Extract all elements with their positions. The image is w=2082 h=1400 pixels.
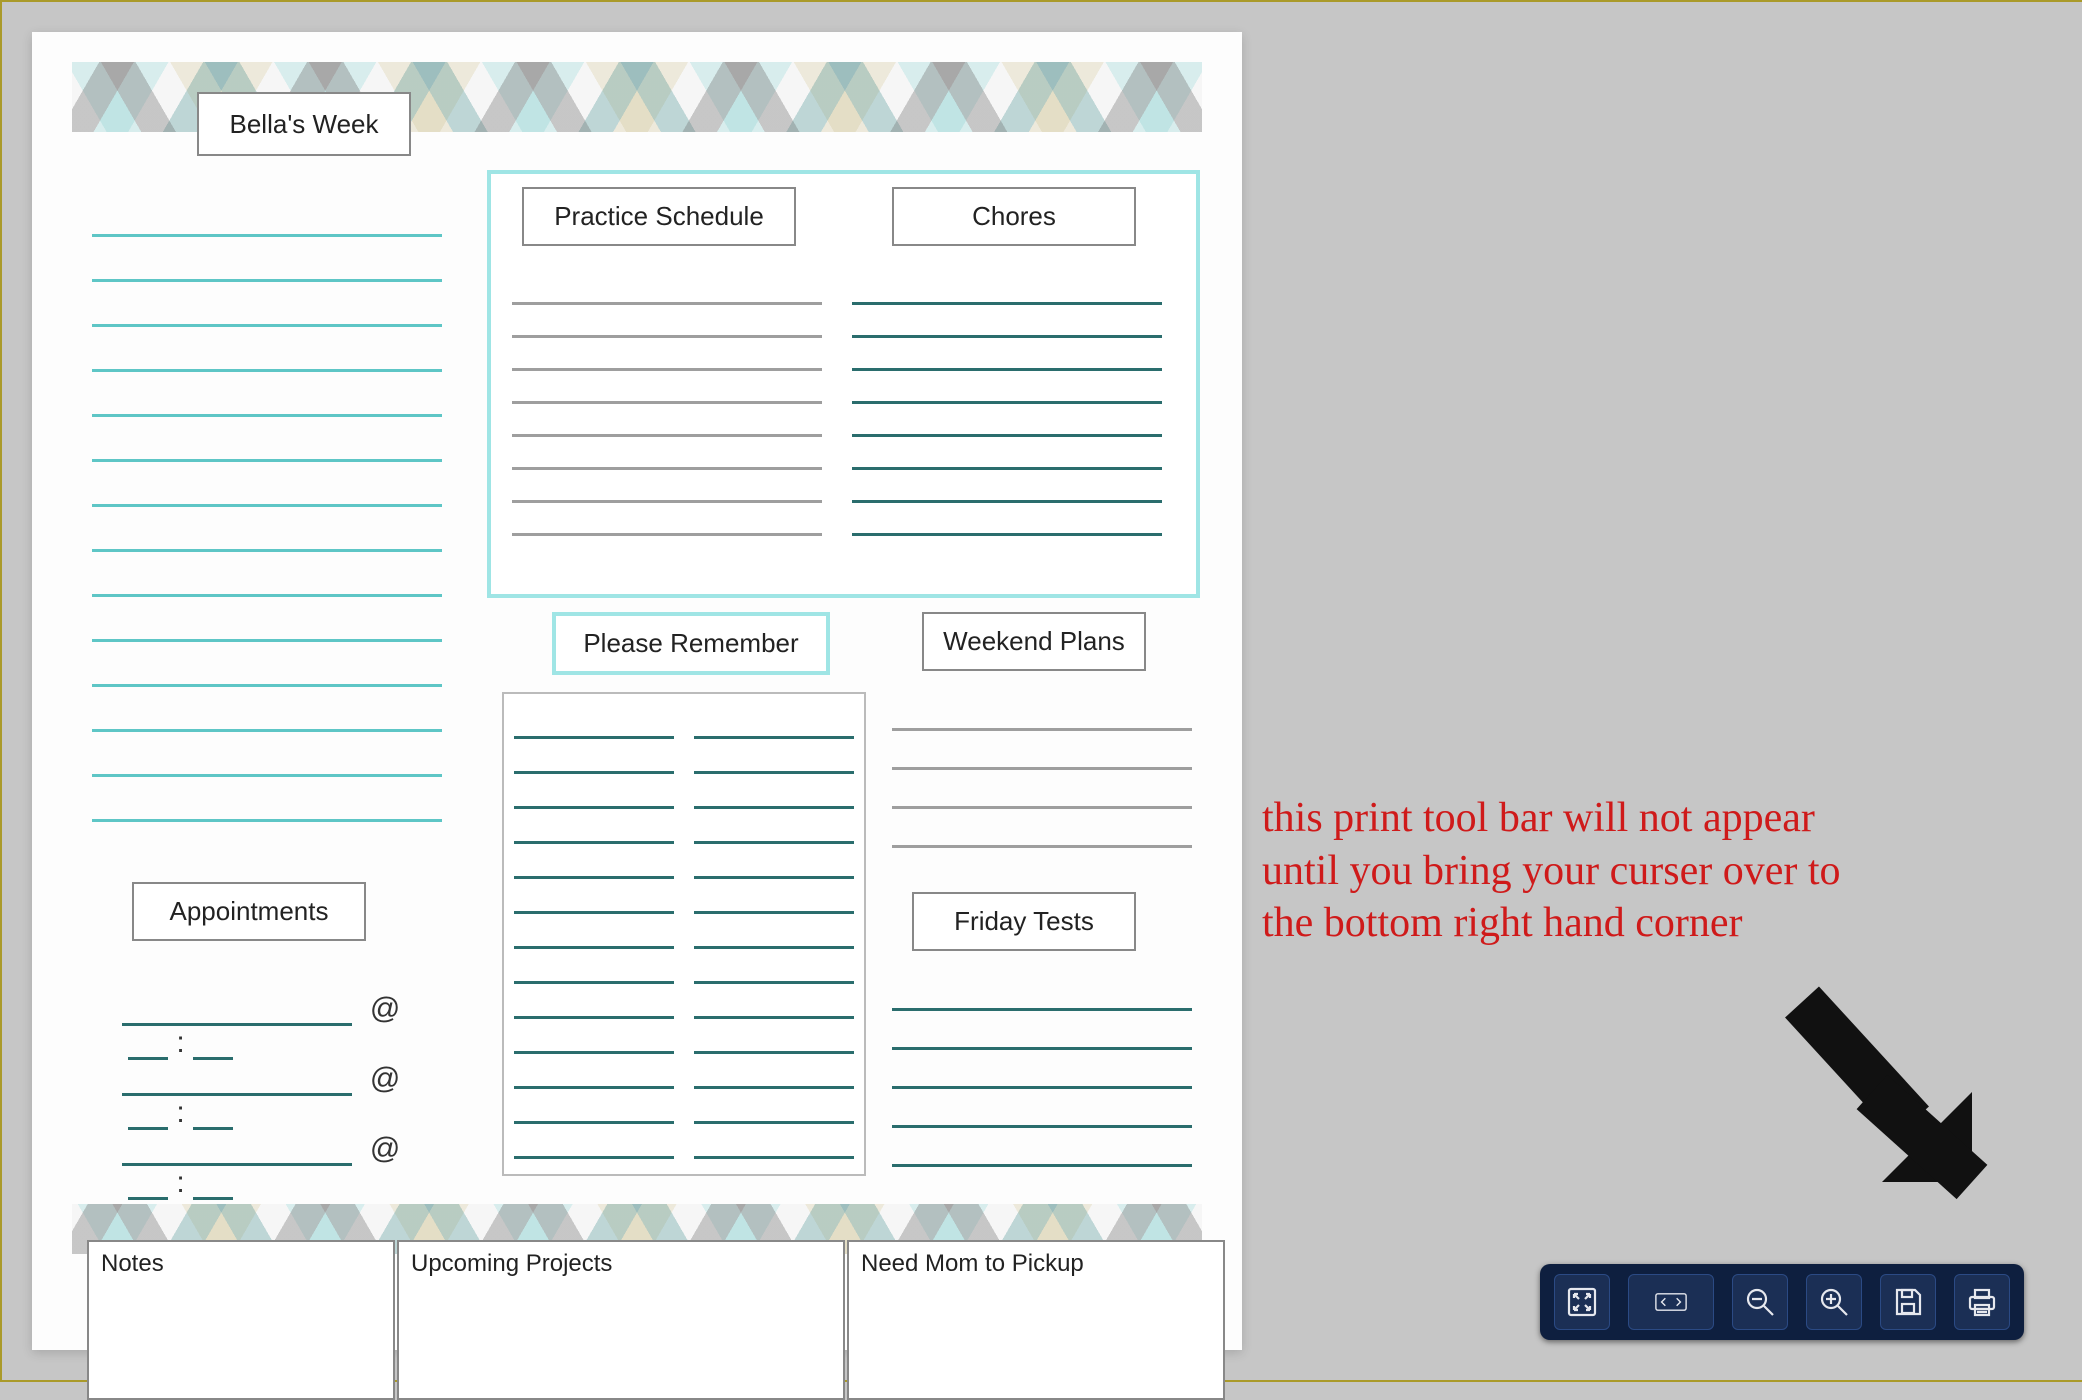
weekend-lines (892, 692, 1192, 848)
pdf-toolbar (1540, 1264, 2024, 1340)
friday-heading: Friday Tests (912, 892, 1136, 951)
save-button[interactable] (1880, 1274, 1936, 1330)
notes-box: Notes (87, 1240, 395, 1400)
appointment-row-1: @ : (122, 992, 442, 1060)
remember-box (502, 692, 866, 1176)
zoom-out-icon (1743, 1285, 1777, 1319)
annotation-arrow-icon (1762, 972, 2022, 1232)
pickup-box: Need Mom to Pickup (847, 1240, 1225, 1400)
fit-page-icon (1565, 1285, 1599, 1319)
document-page: Bella's Week Practice Schedule Chores Pl… (32, 32, 1242, 1350)
print-icon (1965, 1285, 1999, 1319)
practice-lines (512, 272, 822, 536)
appointment-row-2: @ : (122, 1062, 442, 1130)
zoom-in-icon (1817, 1285, 1851, 1319)
chores-heading: Chores (892, 187, 1136, 246)
save-icon (1891, 1285, 1925, 1319)
appointments-heading: Appointments (132, 882, 366, 941)
planner-title: Bella's Week (230, 109, 379, 140)
weekend-heading: Weekend Plans (922, 612, 1146, 671)
chores-lines (852, 272, 1162, 536)
projects-box: Upcoming Projects (397, 1240, 845, 1400)
friday-lines (892, 972, 1192, 1167)
left-ruled-lines (92, 192, 442, 822)
page-nav-button[interactable] (1628, 1274, 1714, 1330)
zoom-in-button[interactable] (1806, 1274, 1862, 1330)
page-nav-icon (1654, 1285, 1688, 1319)
appointment-row-3: @ : (122, 1132, 442, 1200)
remember-lines-left (514, 704, 674, 1159)
annotation-text: this print tool bar will not appear unti… (1262, 792, 2042, 950)
remember-lines-right (694, 704, 854, 1159)
zoom-out-button[interactable] (1732, 1274, 1788, 1330)
fit-page-button[interactable] (1554, 1274, 1610, 1330)
title-box: Bella's Week (197, 92, 411, 156)
practice-heading: Practice Schedule (522, 187, 796, 246)
print-button[interactable] (1954, 1274, 2010, 1330)
remember-heading: Please Remember (552, 612, 830, 675)
